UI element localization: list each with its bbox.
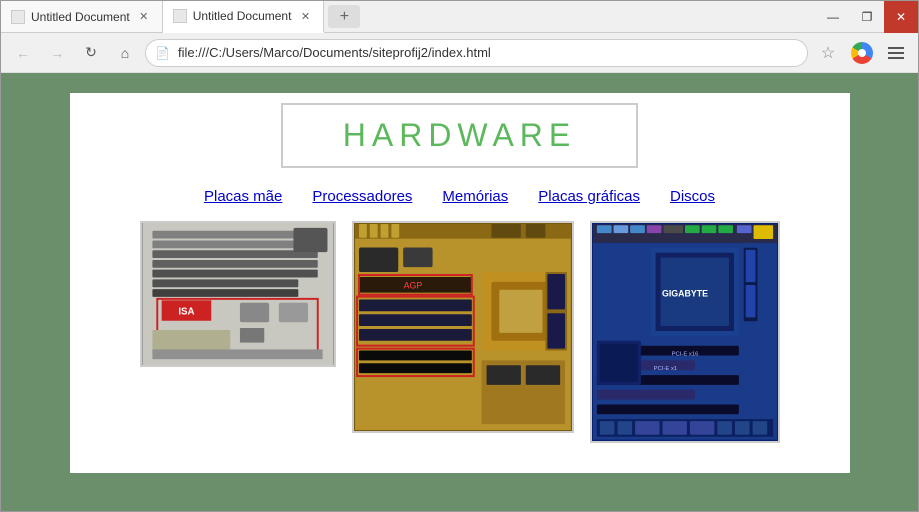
close-button[interactable]: ✕ — [884, 1, 918, 33]
chrome-icon[interactable] — [848, 39, 876, 67]
page-white-area: HARDWARE Placas mãe Processadores Memóri… — [70, 93, 850, 473]
motherboard-image-gigabyte: GIGABYTE — [590, 221, 780, 443]
svg-text:GIGABYTE: GIGABYTE — [662, 289, 708, 299]
motherboard-image-isa: ISA — [140, 221, 336, 367]
page-title-box: HARDWARE — [281, 103, 638, 168]
svg-text:ISA: ISA — [178, 306, 194, 317]
tab-2-close[interactable]: ✕ — [297, 8, 313, 24]
page-title: HARDWARE — [343, 117, 576, 153]
tab-1-favicon — [11, 10, 25, 24]
back-button[interactable]: ← — [9, 39, 37, 67]
tab-1-label: Untitled Document — [31, 10, 130, 24]
title-bar: Untitled Document ✕ Untitled Document ✕ … — [1, 1, 918, 33]
nav-discos[interactable]: Discos — [670, 188, 715, 205]
tab-1[interactable]: Untitled Document ✕ — [1, 1, 163, 32]
address-lock-icon: 📄 — [155, 46, 170, 60]
browser-window: Untitled Document ✕ Untitled Document ✕ … — [0, 0, 919, 512]
tab-2-label: Untitled Document — [193, 9, 292, 23]
new-tab-button[interactable]: + — [328, 5, 360, 28]
page-content: HARDWARE Placas mãe Processadores Memóri… — [1, 73, 918, 511]
address-input[interactable] — [145, 39, 808, 67]
motherboard-images: ISA — [130, 221, 790, 453]
nav-processadores[interactable]: Processadores — [312, 188, 412, 205]
bookmark-star-icon[interactable]: ☆ — [814, 39, 842, 67]
svg-text:AGP: AGP — [403, 281, 422, 291]
nav-links: Placas mãe Processadores Memórias Placas… — [204, 188, 715, 205]
nav-memorias[interactable]: Memórias — [442, 188, 508, 205]
svg-text:PCI-E x1: PCI-E x1 — [653, 366, 676, 372]
tab-1-close[interactable]: ✕ — [136, 9, 152, 25]
nav-placas-mae[interactable]: Placas mãe — [204, 188, 282, 205]
tab-2-favicon — [173, 9, 187, 23]
home-button[interactable]: ⌂ — [111, 39, 139, 67]
motherboard-image-agp: AGP — [352, 221, 574, 433]
minimize-button[interactable]: — — [816, 1, 850, 33]
restore-button[interactable]: ❐ — [850, 1, 884, 33]
reload-button[interactable]: ↻ — [77, 39, 105, 67]
page-footer — [21, 473, 898, 511]
address-bar: ← → ↻ ⌂ 📄 ☆ — [1, 33, 918, 73]
forward-button[interactable]: → — [43, 39, 71, 67]
menu-button[interactable] — [882, 39, 910, 67]
nav-placas-graficas[interactable]: Placas gráficas — [538, 188, 640, 205]
svg-text:PCI-E x16: PCI-E x16 — [671, 351, 698, 357]
address-wrap: 📄 — [145, 39, 808, 67]
tab-2[interactable]: Untitled Document ✕ — [163, 1, 325, 33]
window-controls: — ❐ ✕ — [816, 1, 918, 32]
